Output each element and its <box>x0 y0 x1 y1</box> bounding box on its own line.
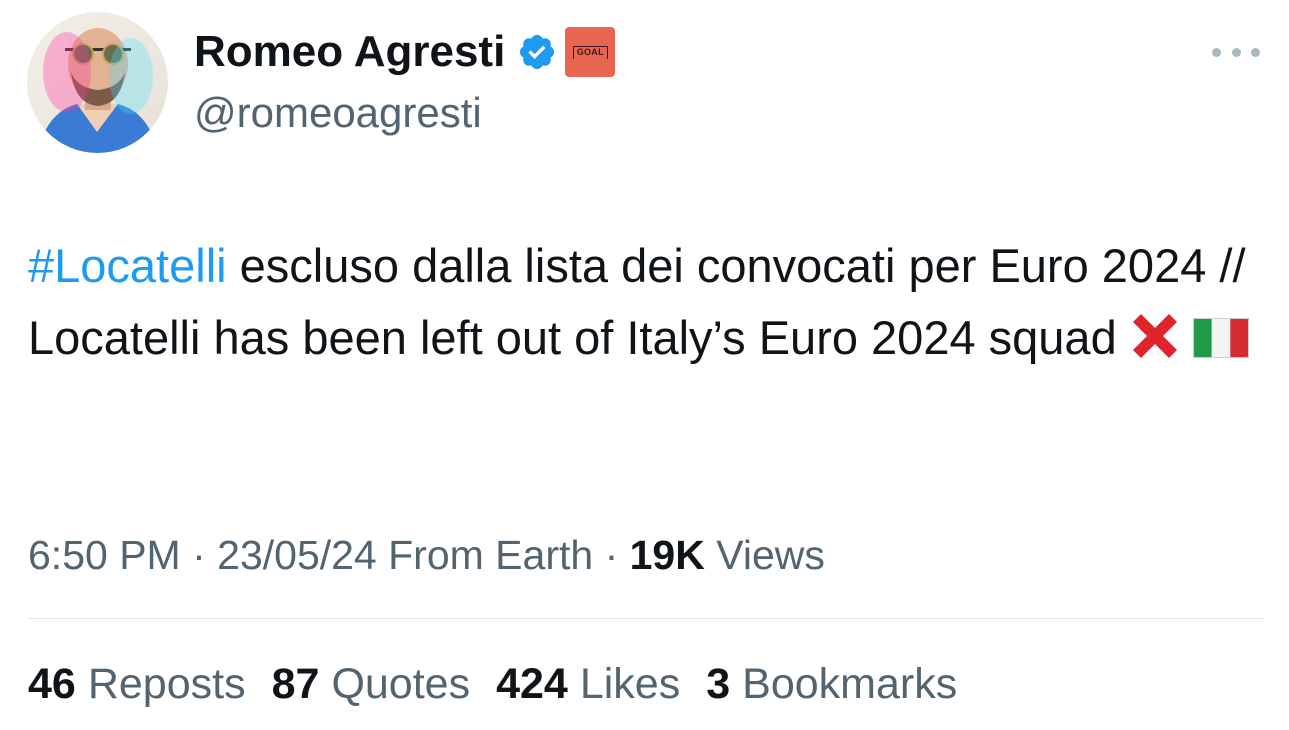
goal-badge-text: GOAL <box>572 45 608 59</box>
tweet-meta: 6:50 PM · 23/05/24 From Earth · 19K View… <box>28 530 825 580</box>
divider <box>28 618 1264 619</box>
engagement-stats: 46 Reposts 87 Quotes 424 Likes 3 Bookmarks <box>28 658 983 710</box>
likes-label: Likes <box>579 660 681 708</box>
more-dot-icon <box>1212 47 1221 57</box>
quotes-stat[interactable]: 87 Quotes <box>272 658 470 710</box>
views-count: 19K <box>629 532 705 578</box>
views-label: Views <box>704 532 825 578</box>
likes-count: 424 <box>496 660 568 708</box>
more-dot-icon <box>1231 47 1241 57</box>
meta-separator: · <box>593 532 630 578</box>
tweet-source: From Earth <box>376 532 594 578</box>
tweet-time[interactable]: 6:50 PM <box>28 532 181 578</box>
cross-mark-emoji <box>1123 304 1187 368</box>
tweet-text: #Locatelli escluso dalla lista dei convo… <box>28 230 1268 374</box>
likes-stat[interactable]: 424 Likes <box>496 658 680 710</box>
more-dot-icon <box>1251 47 1260 57</box>
more-options-button[interactable] <box>1212 38 1260 66</box>
verified-badge-icon <box>517 32 557 72</box>
reposts-stat[interactable]: 46 Reposts <box>28 658 246 710</box>
author-handle[interactable]: @romeoagresti <box>194 88 482 138</box>
reposts-label: Reposts <box>87 660 246 708</box>
author-name-row[interactable]: Romeo Agresti GOAL <box>194 26 616 78</box>
bookmarks-stat[interactable]: 3 Bookmarks <box>706 658 957 710</box>
hashtag-link[interactable]: #Locatelli <box>28 239 227 292</box>
bookmarks-count: 3 <box>706 660 731 708</box>
quotes-count: 87 <box>271 660 320 708</box>
goal-affiliate-badge[interactable]: GOAL <box>565 27 616 77</box>
quotes-label: Quotes <box>331 660 471 708</box>
tweet-date[interactable]: 23/05/24 <box>217 532 377 578</box>
author-display-name[interactable]: Romeo Agresti <box>194 26 505 78</box>
bookmarks-label: Bookmarks <box>742 660 958 708</box>
avatar[interactable] <box>27 12 168 153</box>
reposts-count: 46 <box>28 660 76 708</box>
italy-flag-emoji <box>1192 306 1249 358</box>
meta-separator: · <box>180 532 218 578</box>
